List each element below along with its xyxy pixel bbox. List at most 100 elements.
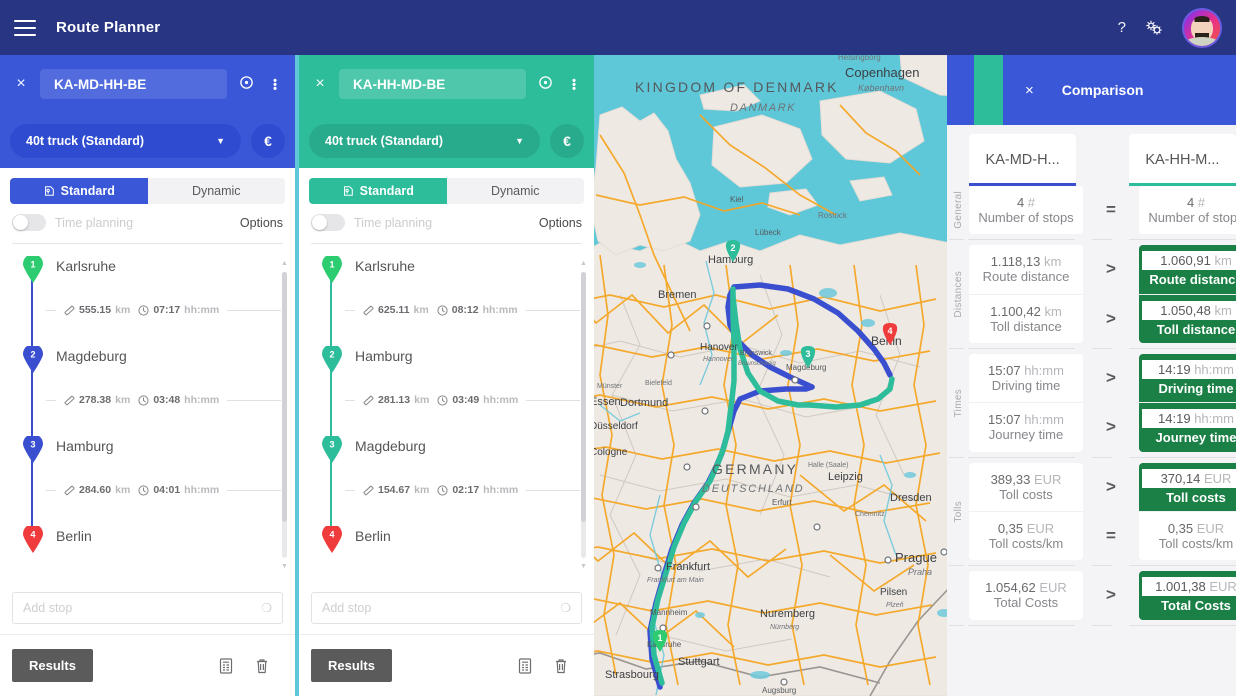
- comparison-category: Times 15:07 hh:mm Driving time > 14:19 hh…: [953, 353, 1236, 452]
- hamburger-icon[interactable]: [14, 19, 36, 36]
- leg-summary: 625.11 km 08:12 hh:mm: [345, 304, 580, 316]
- stop-marker-2[interactable]: 2: [22, 346, 44, 374]
- trash-icon: [257, 658, 267, 673]
- locate-icon[interactable]: [235, 75, 257, 93]
- svg-text:2: 2: [30, 350, 35, 360]
- options-link[interactable]: Options: [539, 216, 582, 230]
- category-label: Distances: [947, 245, 969, 343]
- comparison-tab-b[interactable]: KA-HH-M...: [1128, 134, 1236, 186]
- stops-scrollbar[interactable]: ▲ ▼: [281, 260, 288, 570]
- metric-value-box: 370,14 EUR: [1142, 468, 1236, 488]
- report-icon: [518, 657, 532, 674]
- options-link[interactable]: Options: [240, 216, 283, 230]
- scroll-down-icon[interactable]: ▼: [580, 563, 587, 570]
- results-button[interactable]: Results: [12, 649, 93, 682]
- time-planning-toggle[interactable]: [311, 214, 345, 231]
- leg-distance: 555.15 km: [64, 304, 130, 316]
- route-panel-footer: Results: [0, 634, 295, 696]
- stop-row[interactable]: 3 Hamburg 284.60 km 04:01 hh:mm: [0, 436, 295, 526]
- leg-distance: 281.13 km: [363, 394, 429, 406]
- stop-marker-3[interactable]: 3: [22, 436, 44, 464]
- report-button[interactable]: [219, 657, 233, 674]
- currency-button[interactable]: €: [251, 123, 285, 158]
- stop-marker-2[interactable]: 2: [321, 346, 343, 374]
- report-button[interactable]: [518, 657, 532, 674]
- stop-row[interactable]: 1 Karlsruhe 625.11 km 08:12 hh:mm: [299, 256, 594, 346]
- results-button[interactable]: Results: [311, 649, 392, 682]
- metric-cell-b: 1.050,48 km Toll distance: [1139, 294, 1236, 343]
- map-label: Plzeň: [886, 602, 904, 609]
- vehicle-select[interactable]: 40t truck (Standard) ▼: [10, 123, 241, 158]
- leg-duration: 04:01 hh:mm: [138, 484, 219, 496]
- category-rows: 4 # Number of stops = 4 # Number of stops: [969, 186, 1236, 235]
- clear-icon[interactable]: ❍: [261, 601, 272, 615]
- currency-button[interactable]: €: [550, 123, 584, 158]
- route-name-input[interactable]: KA-MD-HH-BE: [40, 69, 227, 99]
- add-stop-input[interactable]: Add stop ❍: [311, 592, 582, 624]
- metric-value: 1.001,38 EUR: [1155, 579, 1236, 595]
- tab-standard[interactable]: Standard: [10, 178, 148, 204]
- comparison-title: Comparison: [1061, 82, 1144, 98]
- stop-row[interactable]: 3 Magdeburg 154.67 km 02:17 hh:mm: [299, 436, 594, 526]
- comparison-tab-a[interactable]: KA-MD-H...: [969, 134, 1077, 186]
- add-stop-input[interactable]: Add stop ❍: [12, 592, 283, 624]
- metric-value: 1.100,42 km: [990, 303, 1062, 319]
- comparison-tab-b-label: KA-HH-M...: [1145, 152, 1220, 168]
- settings-gear-icon[interactable]: [1144, 20, 1164, 36]
- comparison-operator: >: [1106, 308, 1116, 328]
- stop-row[interactable]: 4 Berlin: [0, 526, 295, 560]
- metric-unit: EUR: [1209, 579, 1236, 595]
- locate-icon[interactable]: [534, 75, 556, 93]
- clear-icon[interactable]: ❍: [560, 601, 571, 615]
- stop-marker-1[interactable]: 1: [321, 256, 343, 284]
- comparison-metric-row: 4 # Number of stops = 4 # Number of stops: [969, 186, 1236, 235]
- comparison-metric-row: 1.100,42 km Toll distance > 1.050,48 km To…: [969, 294, 1236, 343]
- stop-marker-4[interactable]: 4: [321, 526, 343, 554]
- close-route-button[interactable]: ×: [10, 75, 32, 93]
- delete-route-button[interactable]: [554, 658, 568, 674]
- close-route-button[interactable]: ×: [309, 75, 331, 93]
- metric-value: 0,35 EUR: [997, 520, 1055, 536]
- stops-scrollbar[interactable]: ▲ ▼: [580, 260, 587, 570]
- route-menu-icon[interactable]: • • •: [265, 76, 285, 95]
- stop-row[interactable]: 2 Hamburg 281.13 km 03:49 hh:mm: [299, 346, 594, 436]
- stop-row[interactable]: 1 Karlsruhe 555.15 km 07:17 hh:mm: [0, 256, 295, 346]
- scroll-down-icon[interactable]: ▼: [281, 563, 288, 570]
- comparison-panel: × Comparison KA-MD-H... KA-HH-M... Gener…: [947, 55, 1236, 696]
- stop-marker-1[interactable]: 1: [22, 256, 44, 284]
- metric-value-box: 14:19 hh:mm: [1142, 409, 1236, 429]
- leg-connector: [330, 278, 332, 346]
- stop-row[interactable]: 4 Berlin: [299, 526, 594, 560]
- map-label: Rostock: [818, 211, 848, 220]
- avatar[interactable]: [1182, 7, 1222, 48]
- stop-name: Berlin: [355, 528, 391, 544]
- time-planning-toggle[interactable]: [12, 214, 46, 231]
- metric-unit: EUR: [1033, 471, 1062, 487]
- metric-label: Toll costs/km: [1158, 535, 1234, 551]
- scrollbar-thumb[interactable]: [581, 272, 586, 522]
- comparison-operator: =: [1106, 200, 1116, 220]
- tab-dynamic[interactable]: Dynamic: [148, 178, 286, 204]
- tab-standard[interactable]: Standard: [309, 178, 447, 204]
- route-name-input[interactable]: KA-HH-MD-BE: [339, 69, 526, 99]
- comparison-close-button[interactable]: ×: [1025, 82, 1034, 99]
- metric-unit: km: [1043, 254, 1062, 270]
- map-label: Essen: [590, 396, 621, 408]
- route-panel-header: × KA-MD-HH-BE • • •: [0, 55, 295, 113]
- map-label: Bielefeld: [645, 380, 672, 387]
- vehicle-select[interactable]: 40t truck (Standard) ▼: [309, 123, 540, 158]
- route-menu-icon[interactable]: • • •: [564, 76, 584, 95]
- metric-cell-a: 1.118,13 km Route distance: [969, 245, 1083, 294]
- stop-marker-4[interactable]: 4: [22, 526, 44, 554]
- help-icon[interactable]: ?: [1118, 19, 1126, 36]
- category-label: Times: [947, 354, 969, 452]
- delete-route-button[interactable]: [255, 658, 269, 674]
- leg-connector: [31, 278, 33, 346]
- scroll-up-icon[interactable]: ▲: [281, 260, 288, 267]
- scroll-up-icon[interactable]: ▲: [580, 260, 587, 267]
- tab-dynamic[interactable]: Dynamic: [447, 178, 585, 204]
- tab-spacer: [1076, 134, 1129, 186]
- stop-marker-3[interactable]: 3: [321, 436, 343, 464]
- scrollbar-thumb[interactable]: [282, 272, 287, 522]
- stop-row[interactable]: 2 Magdeburg 278.38 km 03:48 hh:mm: [0, 346, 295, 436]
